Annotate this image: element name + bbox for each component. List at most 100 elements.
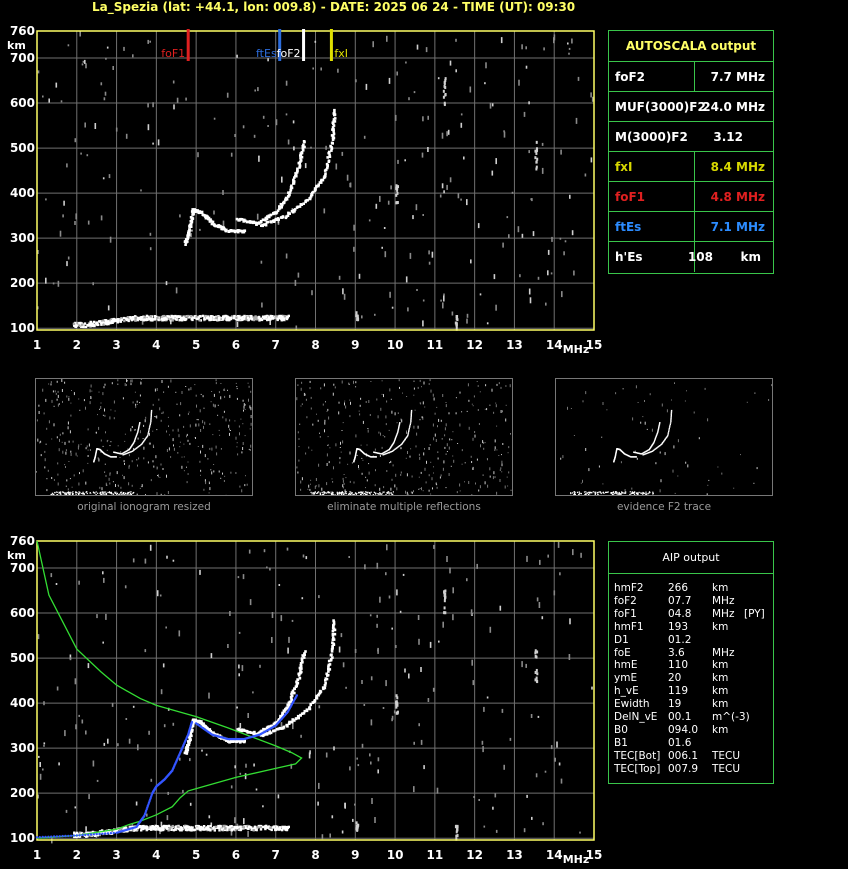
thumb-trace: [410, 413, 412, 415]
es-trace-dot: [277, 827, 280, 830]
noise-dot: [266, 566, 268, 569]
noise-dot: [208, 815, 211, 819]
thumb-noise: [211, 471, 213, 475]
thumb-noise: [350, 401, 351, 405]
thumb-noise: [136, 403, 138, 405]
noise-dot: [60, 100, 63, 103]
noise-dot: [156, 590, 159, 597]
noise-streak: [396, 201, 399, 205]
thumb-es: [652, 492, 654, 494]
thumb-noise: [415, 445, 417, 448]
thumb-noise: [195, 394, 197, 397]
es-trace-dot: [179, 317, 183, 320]
thumb-trace: [409, 423, 411, 426]
thumb-noise: [64, 381, 66, 384]
thumb-noise: [40, 440, 42, 443]
autoscala-label: MUF(3000)F2: [615, 100, 706, 114]
noise-dot: [361, 680, 363, 684]
noise-streak: [535, 165, 538, 169]
noise-dot: [106, 46, 109, 49]
noise-dot: [85, 826, 87, 832]
y-tick-label: 200: [10, 786, 35, 800]
noise-dot: [278, 584, 281, 586]
noise-dot: [495, 158, 497, 165]
thumb-noise: [478, 489, 480, 492]
thumb-es: [121, 491, 123, 493]
x-tick-label: 12: [466, 848, 483, 862]
thumb-noise: [433, 397, 435, 401]
aip-value: 007.9: [668, 762, 699, 775]
thumb-noise: [250, 416, 252, 418]
noise-dot: [422, 116, 424, 122]
thumb-noise: [420, 471, 422, 474]
thumb-noise: [89, 389, 91, 393]
noise-dot: [553, 590, 556, 596]
trace-dot: [332, 132, 336, 136]
thumb-es: [324, 491, 326, 494]
thumb-noise: [149, 442, 151, 445]
noise-dot: [39, 773, 42, 780]
thumb-noise: [56, 398, 58, 401]
thumb-trace: [410, 414, 412, 417]
thumb-es: [99, 491, 102, 493]
noise-dot: [443, 190, 445, 194]
noise-dot: [539, 559, 541, 565]
noise-streak: [443, 84, 446, 88]
thumb-noise: [152, 460, 154, 463]
thumb-noise: [296, 466, 298, 469]
thumb-noise: [85, 481, 87, 485]
noise-dot: [577, 76, 580, 81]
noise-dot: [201, 749, 203, 752]
es-trace-dot: [259, 826, 262, 829]
es-trace-dot: [285, 317, 289, 321]
thumb-noise: [362, 420, 364, 424]
noise-dot: [558, 762, 561, 766]
thumb-noise: [349, 399, 351, 401]
fit-dot: [35, 836, 39, 839]
es-trace-dot: [263, 825, 267, 828]
es-trace-dot: [252, 317, 256, 320]
thumb-noise: [175, 391, 177, 393]
noise-dot: [318, 782, 320, 789]
noise-dot: [568, 654, 571, 660]
noise-dot: [105, 57, 107, 60]
noise-dot: [262, 805, 264, 808]
noise-dot: [405, 276, 408, 283]
thumb-noise: [320, 387, 322, 390]
thumb-noise: [580, 482, 582, 484]
thumb-noise: [220, 477, 222, 479]
noise-dot: [280, 615, 283, 622]
thumb-noise: [199, 409, 201, 413]
thumb-noise: [202, 444, 204, 448]
thumb-noise: [422, 401, 424, 405]
es-trace-dot: [166, 827, 169, 830]
x-tick-label: 3: [112, 338, 120, 352]
noise-dot: [267, 125, 269, 127]
noise-dot: [78, 580, 80, 585]
trace-dot: [333, 632, 337, 636]
chart-1: 1 2 3 4 5 6 7 8 9 10 11 12 13 14 151002003004005006007…: [7, 534, 602, 866]
noise-dot: [343, 293, 346, 300]
thumb-es: [130, 493, 133, 495]
noise-dot: [422, 214, 424, 216]
aip-value: 00.1: [668, 711, 692, 723]
noise-dot: [541, 167, 544, 174]
thumb-noise: [509, 384, 511, 388]
noise-dot: [275, 119, 278, 126]
es-trace-dot: [284, 828, 287, 831]
thumb-noise: [367, 428, 369, 429]
noise-dot: [473, 796, 475, 798]
noise-dot: [295, 325, 298, 330]
thumb-es: [64, 492, 66, 494]
thumb-noise: [200, 429, 202, 432]
thumb-es: [330, 493, 332, 495]
thumb-noise: [367, 429, 369, 433]
noise-dot: [342, 662, 345, 668]
thumb-noise: [493, 471, 495, 475]
es-trace-dot: [134, 316, 137, 320]
thumb-noise: [305, 452, 307, 455]
thumb-noise: [477, 385, 479, 387]
thumb-noise: [644, 400, 645, 402]
thumb-trace: [410, 419, 412, 422]
noise-streak: [395, 694, 398, 698]
